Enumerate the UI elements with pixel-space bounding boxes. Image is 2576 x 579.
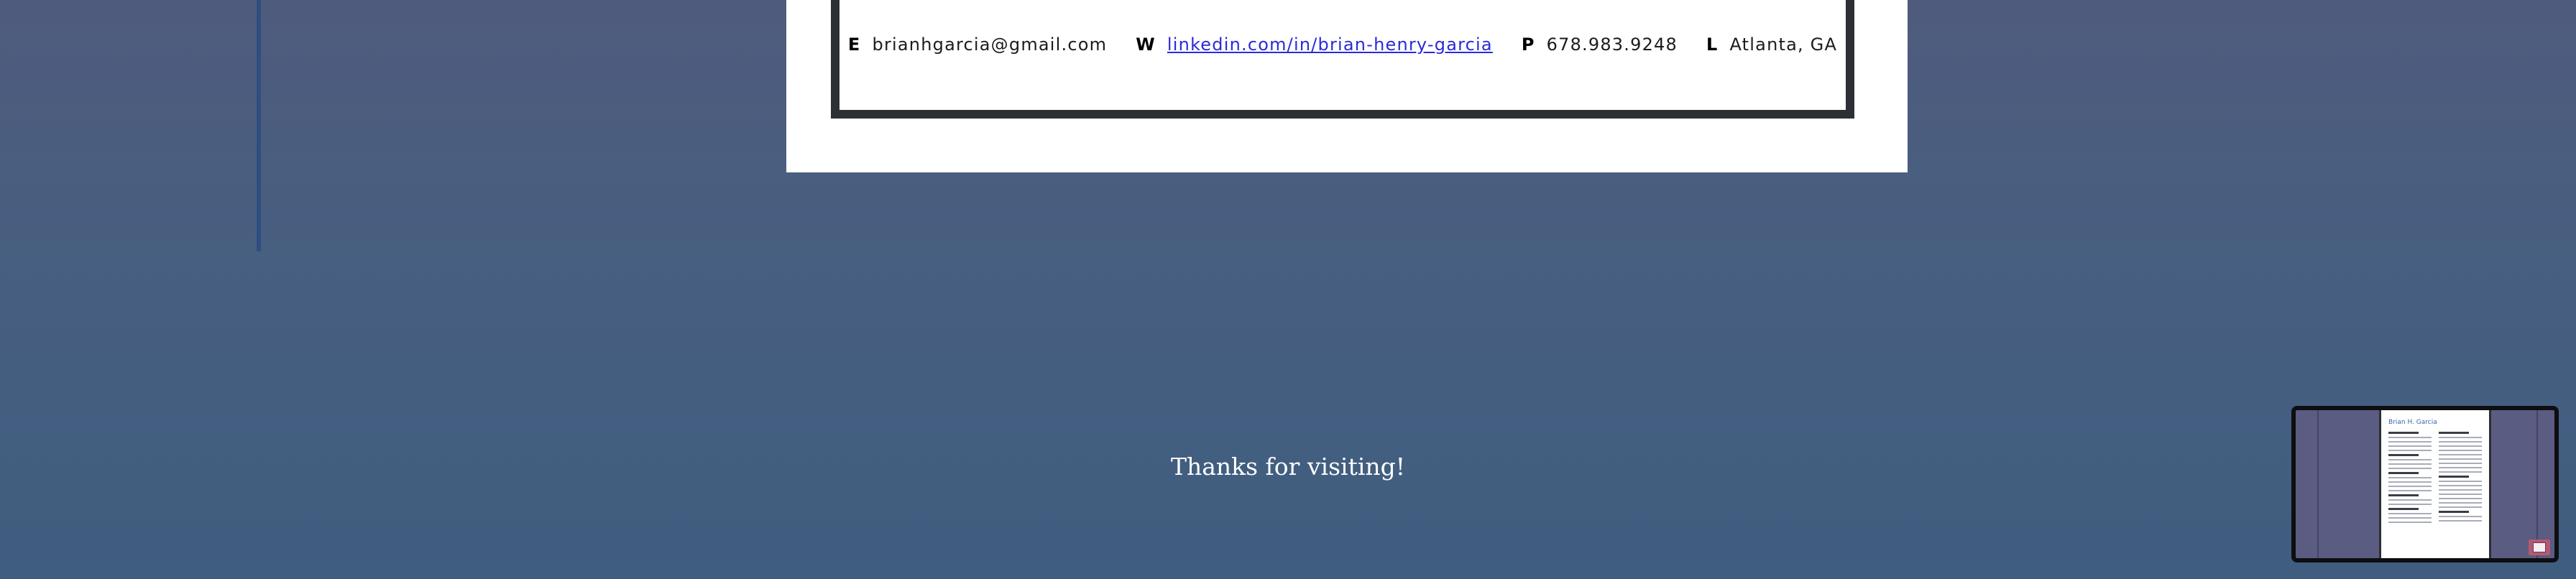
contact-web: W linkedin.com/in/brian-henry-garcia [1136,34,1493,55]
web-key: W [1136,34,1156,55]
linkedin-link[interactable]: linkedin.com/in/brian-henry-garcia [1167,34,1493,55]
minimap-left-column [2388,432,2432,526]
contact-row: E brianhgarcia@gmail.com W linkedin.com/… [840,34,1846,55]
minimap-toggle-inner [2533,542,2546,552]
email-key: E [847,34,861,55]
thanks-message: Thanks for visiting! [1170,453,1406,481]
minimap-title: Brian H. Garcia [2388,419,2437,426]
decorative-vertical-line [257,0,261,251]
minimap-page-preview: Brian H. Garcia [2379,410,2491,558]
minimap-toggle-icon[interactable] [2529,539,2550,555]
location-value: Atlanta, GA [1729,34,1838,55]
resume-frame: E brianhgarcia@gmail.com W linkedin.com/… [831,0,1854,119]
page-minimap[interactable]: Brian H. Garcia [2291,406,2559,562]
phone-key: P [1521,34,1535,55]
contact-location: L Atlanta, GA [1706,34,1837,55]
minimap-left-line [2317,410,2319,558]
email-value: brianhgarcia@gmail.com [872,34,1108,55]
contact-phone: P 678.983.9248 [1522,34,1678,55]
contact-email: E brianhgarcia@gmail.com [848,34,1107,55]
minimap-right-column [2439,432,2482,524]
phone-value: 678.983.9248 [1546,34,1678,55]
minimap-right-line [2536,410,2538,558]
location-key: L [1706,34,1719,55]
resume-page: E brianhgarcia@gmail.com W linkedin.com/… [786,0,1908,172]
